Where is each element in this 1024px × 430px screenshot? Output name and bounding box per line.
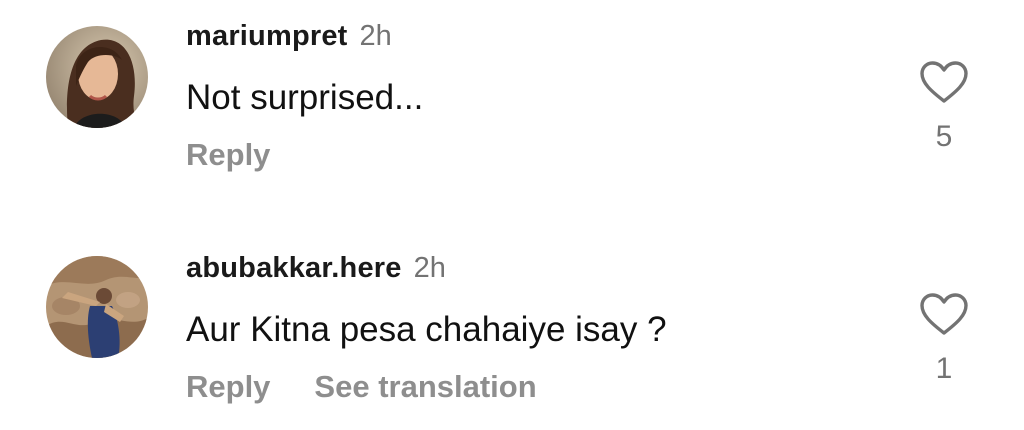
comment-timestamp: 2h — [413, 252, 446, 284]
username[interactable]: mariumpret — [186, 20, 348, 52]
avatar[interactable] — [46, 256, 148, 358]
username[interactable]: abubakkar.here — [186, 252, 402, 284]
like-control: 5 — [916, 60, 972, 154]
like-count: 5 — [935, 120, 953, 153]
reply-button[interactable]: Reply — [186, 137, 270, 172]
comment-header: abubakkar.here 2h — [186, 252, 446, 285]
like-count: 1 — [935, 352, 953, 385]
comment-text: Aur Kitna pesa chahaiye isay ? — [186, 310, 667, 349]
avatar-photo — [46, 256, 148, 358]
avatar[interactable] — [46, 26, 148, 128]
comment-actions: Reply — [186, 137, 270, 173]
reply-button[interactable]: Reply — [186, 369, 270, 404]
comment-item: abubakkar.here 2h Aur Kitna pesa chahaiye… — [0, 232, 1024, 430]
comment-item: mariumpret 2h Not surprised... Reply 5 — [0, 0, 1024, 215]
heart-outline-icon[interactable] — [919, 292, 969, 336]
like-control: 1 — [916, 292, 972, 386]
comment-header: mariumpret 2h — [186, 20, 392, 53]
comment-text: Not surprised... — [186, 78, 424, 117]
avatar-photo — [46, 26, 148, 128]
heart-outline-icon[interactable] — [919, 60, 969, 104]
see-translation-button[interactable]: See translation — [314, 369, 536, 404]
comment-timestamp: 2h — [359, 20, 392, 52]
comment-actions: Reply See translation — [186, 369, 537, 405]
